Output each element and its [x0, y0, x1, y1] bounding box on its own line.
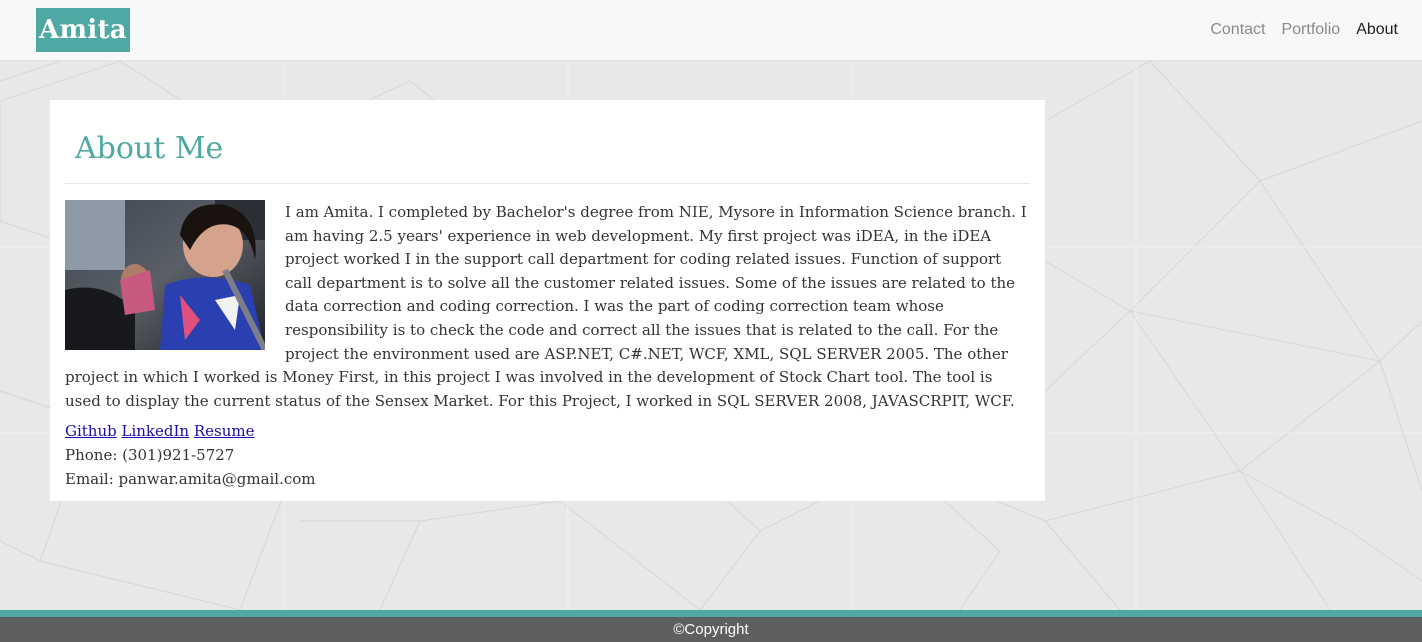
top-navbar: Amita Contact Portfolio About [0, 0, 1422, 61]
email-text: Email: panwar.amita@gmail.com [65, 470, 316, 489]
heading-divider [65, 183, 1030, 184]
nav-link-about[interactable]: About [1356, 21, 1398, 39]
resume-link[interactable]: Resume [194, 422, 255, 440]
linkedin-link[interactable]: LinkedIn [122, 422, 190, 440]
profile-photo [65, 200, 265, 350]
contact-info: Github LinkedIn Resume Phone: (301)921-5… [65, 419, 1030, 491]
nav-link-portfolio[interactable]: Portfolio [1281, 21, 1340, 39]
nav-link-contact[interactable]: Contact [1210, 21, 1265, 39]
phone-text: Phone: (301)921-5727 [65, 446, 235, 465]
footer: ©Copyright [0, 610, 1422, 642]
copyright-text: ©Copyright [673, 621, 749, 638]
about-card: About Me I am Amita. I completed by Bach… [50, 100, 1045, 501]
about-body: I am Amita. I completed by Bachelor's de… [65, 200, 1030, 413]
github-link[interactable]: Github [65, 422, 117, 440]
brand-logo[interactable]: Amita [36, 8, 130, 52]
nav-links: Contact Portfolio About [1210, 0, 1398, 60]
page-title: About Me [75, 131, 224, 166]
